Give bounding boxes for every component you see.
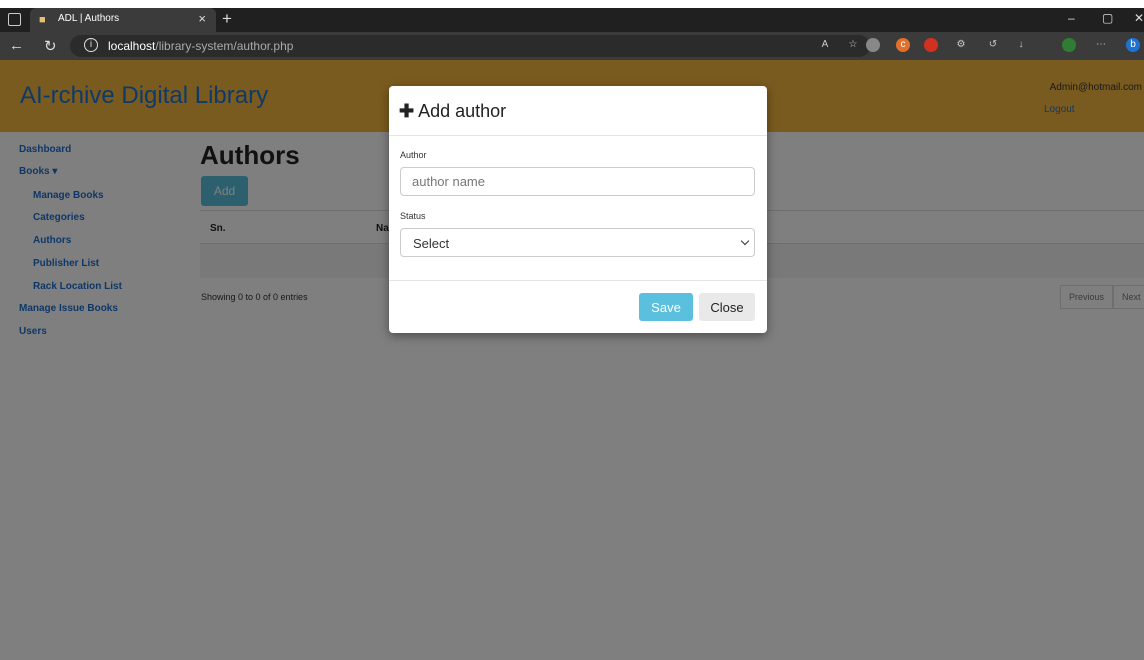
author-name-input[interactable] [400,167,755,196]
profile-icon[interactable] [1062,38,1076,52]
more-icon[interactable]: ⋯ [1094,38,1108,52]
favorite-icon[interactable]: ☆ [846,38,860,52]
extensions-icon[interactable]: ⚙ [954,38,968,52]
chevron-down-icon [740,236,750,246]
author-label: Author [400,150,427,160]
url-field[interactable]: i localhost/library-system/author.php [70,35,870,57]
copilot-icon[interactable]: b [1126,38,1140,52]
close-button[interactable]: Close [699,293,755,321]
plus-icon: ✚ [399,101,415,121]
tab-title: ADL | Authors [58,13,120,24]
extension-icon[interactable] [866,38,880,52]
save-button[interactable]: Save [639,293,693,321]
downloads-icon[interactable]: ↓ [1014,38,1028,52]
address-bar: ← ↻ i localhost/library-system/author.ph… [0,32,1144,60]
read-aloud-icon[interactable]: A [818,38,832,52]
library-favicon-icon: ■ [39,14,46,26]
tab-close-icon[interactable]: × [198,11,206,26]
status-select[interactable]: Select [400,228,755,257]
extension-red-icon[interactable] [924,38,938,52]
modal-footer: Save Close [389,280,767,333]
extension-c-icon[interactable]: c [896,38,910,52]
tab-bar: ■ ADL | Authors × + – ▢ ✕ [0,8,1144,32]
window-frame [0,0,1144,8]
modal-title: ✚ Add author [399,101,507,121]
modal-header: ✚ Add author [389,86,767,136]
refresh-icon[interactable]: ↻ [44,37,57,55]
url-text: localhost/library-system/author.php [108,39,294,53]
status-selected-value: Select [413,236,450,251]
browser-tab[interactable]: ■ ADL | Authors × [30,8,216,32]
new-tab-icon[interactable]: + [222,9,232,29]
maximize-icon[interactable]: ▢ [1102,11,1113,25]
minimize-icon[interactable]: – [1068,11,1075,25]
status-label: Status [400,211,426,221]
history-icon[interactable]: ↺ [986,38,1000,52]
site-info-icon[interactable]: i [84,38,98,52]
add-author-modal: ✚Add author Author Status Select Save Cl… [389,86,767,333]
back-icon[interactable]: ← [9,37,24,54]
tab-actions-icon[interactable] [8,13,21,26]
close-window-icon[interactable]: ✕ [1134,11,1144,25]
